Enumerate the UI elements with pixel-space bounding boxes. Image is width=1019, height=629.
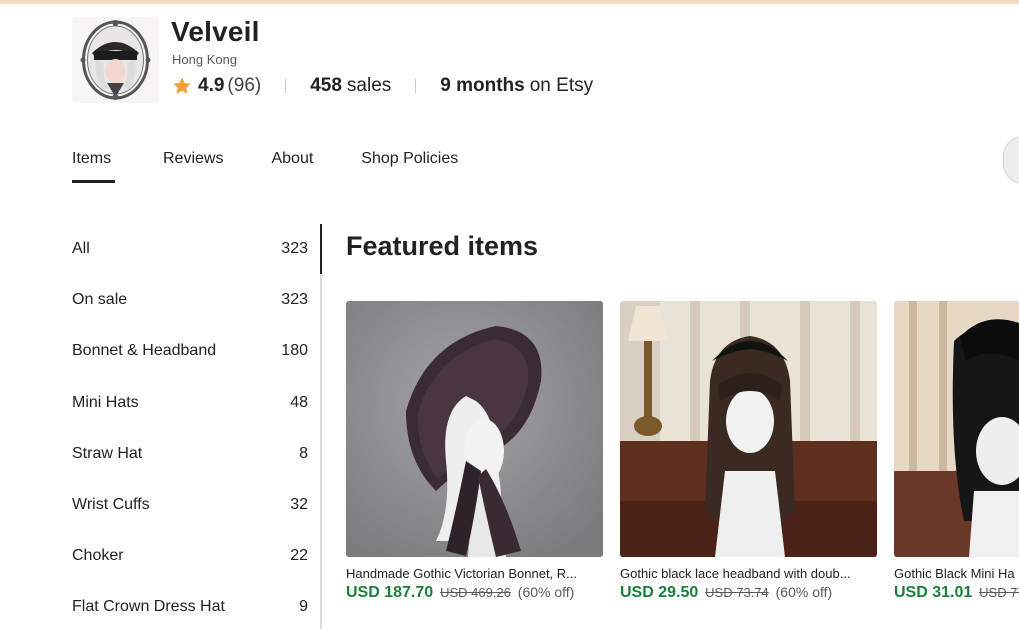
category-label: Mini Hats	[72, 394, 139, 411]
category-count: 22	[290, 547, 308, 564]
top-banner-strip	[0, 0, 1019, 4]
discount-label: (60% off)	[775, 584, 833, 600]
listing-image[interactable]	[346, 301, 603, 557]
stat-divider	[415, 79, 417, 93]
search-shop-button[interactable]	[1003, 136, 1019, 184]
category-label: Straw Hat	[72, 445, 143, 462]
stat-divider	[285, 79, 287, 93]
discount-label: (60% off)	[517, 584, 575, 600]
shop-logo[interactable]	[72, 17, 159, 103]
review-count-link[interactable]: (96)	[227, 75, 261, 97]
rating-value: 4.9	[198, 75, 225, 96]
months-on-etsy-label: on Etsy	[529, 75, 594, 96]
category-label: Choker	[72, 547, 124, 564]
original-price: USD 77	[979, 585, 1019, 600]
listing-card[interactable]: Gothic Black Mini Ha USD 31.01 USD 77	[894, 301, 1019, 602]
sales-value: 458	[310, 75, 342, 96]
category-count: 32	[290, 496, 308, 513]
listing-image[interactable]	[894, 301, 1019, 557]
active-category-indicator	[320, 224, 322, 274]
sale-price: USD 29.50	[620, 584, 699, 601]
sidebar-item-wrist-cuffs[interactable]: Wrist Cuffs 32	[72, 496, 308, 514]
category-label: Bonnet & Headband	[72, 342, 217, 359]
original-price: USD 469.26	[440, 585, 511, 600]
original-price: USD 73.74	[705, 585, 769, 600]
shop-name: Velveil	[171, 16, 260, 47]
listing-title[interactable]: Gothic Black Mini Ha	[894, 566, 1019, 581]
sidebar-item-bonnet-headband[interactable]: Bonnet & Headband 180	[72, 342, 308, 360]
months-on-etsy-value: 9 months	[440, 75, 525, 96]
category-label: All	[72, 240, 90, 257]
listing-card[interactable]: Handmade Gothic Victorian Bonnet, R... U…	[346, 301, 603, 602]
listing-title[interactable]: Handmade Gothic Victorian Bonnet, R...	[346, 566, 598, 581]
listing-price-row: USD 187.70 USD 469.26 (60% off)	[346, 584, 603, 602]
listing-price-row: USD 31.01 USD 77	[894, 584, 1019, 602]
category-label: Flat Crown Dress Hat	[72, 598, 225, 615]
shop-location: Hong Kong	[172, 52, 238, 67]
sidebar-item-straw-hat[interactable]: Straw Hat 8	[72, 445, 308, 463]
sales-label: sales	[346, 75, 392, 96]
sidebar-item-flat-crown-dress-hat[interactable]: Flat Crown Dress Hat 9	[72, 598, 308, 616]
shop-tabs: Items Reviews About Shop Policies	[72, 150, 506, 183]
tab-items[interactable]: Items	[72, 150, 115, 183]
category-count: 323	[281, 240, 308, 257]
category-label: Wrist Cuffs	[72, 496, 150, 513]
sidebar-item-mini-hats[interactable]: Mini Hats 48	[72, 394, 308, 412]
sidebar-item-on-sale[interactable]: On sale 323	[72, 291, 308, 309]
tab-about[interactable]: About	[271, 150, 313, 182]
sidebar-item-all[interactable]: All 323	[72, 240, 308, 258]
listing-price-row: USD 29.50 USD 73.74 (60% off)	[620, 584, 877, 602]
category-count: 323	[281, 291, 308, 308]
star-icon	[172, 76, 192, 96]
category-count: 9	[299, 598, 308, 615]
category-label: On sale	[72, 291, 128, 308]
sale-price: USD 187.70	[346, 584, 434, 601]
category-count: 180	[281, 342, 308, 359]
category-count: 8	[299, 445, 308, 462]
category-sidebar: All 323 On sale 323 Bonnet & Headband 18…	[72, 224, 322, 629]
category-count: 48	[290, 394, 308, 411]
sidebar-item-choker[interactable]: Choker 22	[72, 547, 308, 565]
listing-title[interactable]: Gothic black lace headband with doub...	[620, 566, 872, 581]
sale-price: USD 31.01	[894, 584, 973, 601]
listing-image[interactable]	[620, 301, 877, 557]
featured-items-heading: Featured items	[346, 231, 539, 261]
tab-reviews[interactable]: Reviews	[163, 150, 223, 182]
shop-stats: 4.9 (96) 458 sales 9 months on Etsy	[172, 73, 593, 99]
listing-card[interactable]: Gothic black lace headband with doub... …	[620, 301, 877, 602]
tab-shop-policies[interactable]: Shop Policies	[361, 150, 458, 182]
